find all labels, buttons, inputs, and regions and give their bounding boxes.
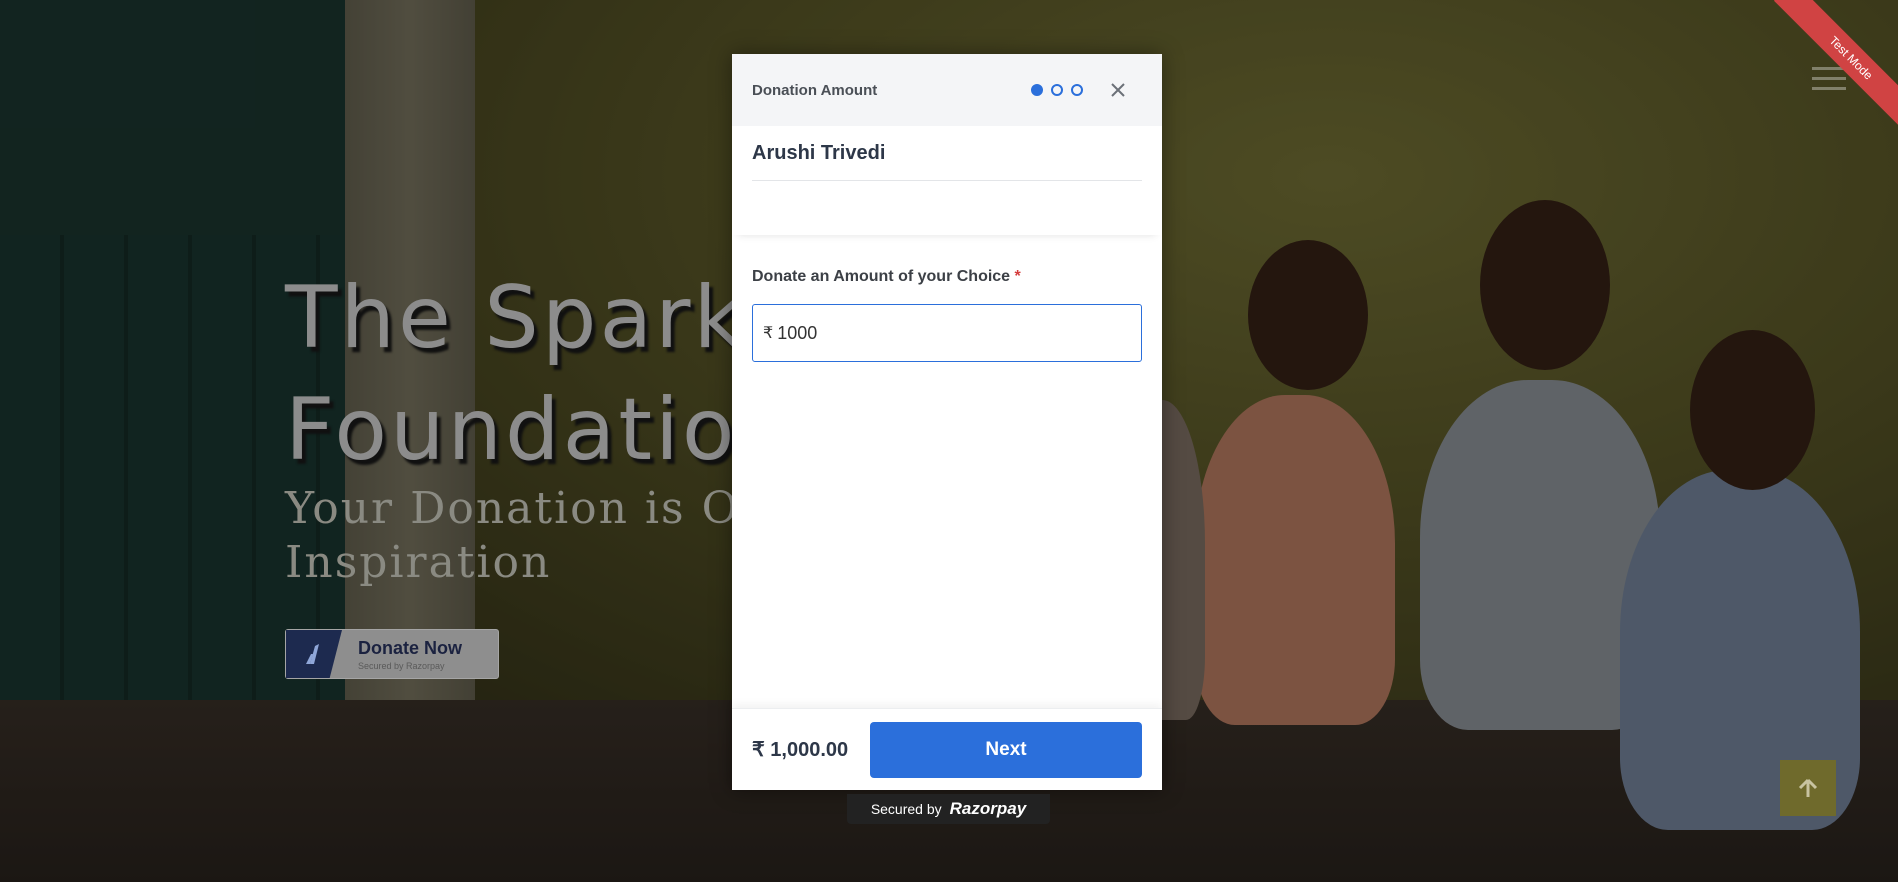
merchant-divider-space	[732, 181, 1162, 235]
amount-input[interactable]	[777, 322, 1078, 344]
required-marker: *	[1014, 268, 1021, 285]
currency-symbol: ₹	[763, 325, 774, 342]
amount-form: Donate an Amount of your Choice * ₹	[732, 235, 1162, 708]
amount-label: Donate an Amount of your Choice *	[752, 268, 1142, 286]
secured-prefix: Secured by	[870, 801, 942, 817]
donate-now-label: Donate Now	[358, 637, 463, 658]
modal-title: Donation Amount	[752, 82, 878, 99]
amount-field[interactable]: ₹	[752, 304, 1142, 362]
modal-header: Donation Amount	[732, 54, 1162, 126]
merchant-name: Arushi Trivedi	[752, 142, 1142, 181]
next-button[interactable]: Next	[870, 721, 1142, 778]
step-dot-1	[1031, 84, 1043, 96]
donate-now-sublabel: Secured by Razorpay	[358, 660, 445, 671]
step-dot-3	[1071, 84, 1083, 96]
menu-icon[interactable]	[1812, 67, 1846, 97]
razorpay-brand: Razorpay	[949, 799, 1027, 818]
modal-footer: ₹ 1,000.00 Next	[732, 708, 1162, 790]
secured-by-razorpay: Secured by Razorpay	[847, 794, 1050, 824]
amount-label-text: Donate an Amount of your Choice	[752, 268, 1011, 285]
close-icon	[1111, 83, 1125, 97]
step-dot-2	[1051, 84, 1063, 96]
razorpay-logo-icon	[286, 630, 342, 678]
donate-now-button[interactable]: Donate Now Secured by Razorpay	[285, 629, 499, 679]
total-amount: ₹ 1,000.00	[752, 739, 849, 761]
step-indicator	[1031, 84, 1083, 96]
merchant-section: Arushi Trivedi	[732, 126, 1162, 181]
close-button[interactable]	[1108, 80, 1128, 100]
donation-modal: Donation Amount Arushi Trivedi Donate an…	[732, 54, 1162, 790]
scroll-to-top-button[interactable]	[1780, 760, 1836, 816]
arrow-up-icon	[1798, 778, 1818, 797]
